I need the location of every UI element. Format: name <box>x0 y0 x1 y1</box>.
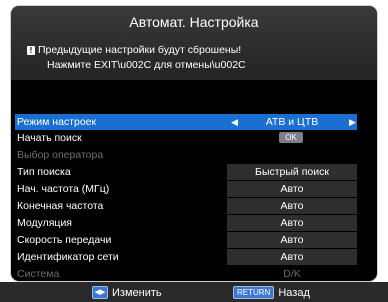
setting-row-network-id[interactable]: Идентификатор сети Авто <box>15 249 357 265</box>
setting-label-symbol-rate: Скорость передачи <box>17 234 112 246</box>
back-hint[interactable]: RETURN Назад <box>233 286 310 299</box>
return-key-badge: RETURN <box>233 286 275 299</box>
setting-label-end-freq: Конечная частота <box>17 200 104 212</box>
setting-value-mode[interactable]: АТВ и ЦТВ <box>227 114 357 130</box>
arrow-left-icon[interactable]: ◀ <box>231 114 238 130</box>
setting-row-operator: Выбор оператора <box>15 147 357 163</box>
setting-value-search-type[interactable]: Быстрый поиск <box>227 164 357 180</box>
setting-label-system: Система <box>17 268 60 280</box>
setting-value-modulation[interactable]: Авто <box>227 215 357 231</box>
change-label: Изменить <box>112 286 162 299</box>
arrow-right-icon[interactable]: ▶ <box>349 114 356 130</box>
setting-row-end-freq[interactable]: Конечная частота Авто <box>15 198 357 214</box>
setting-value-network-id[interactable]: Авто <box>227 249 357 265</box>
setting-row-symbol-rate[interactable]: Скорость передачи Авто <box>15 232 357 248</box>
navigate-arrows-icon: ◀▶ <box>92 286 108 299</box>
setting-row-start-freq[interactable]: Нач. частота (МГц) Авто <box>15 181 357 197</box>
setting-label-mode: Режим настроек <box>17 116 97 128</box>
warning-message: ! Предыдущие настройки будут сброшены! <box>27 44 241 56</box>
setting-value-system: D/K <box>283 268 301 280</box>
ok-button[interactable]: OK <box>279 132 303 143</box>
setting-label-search-type: Тип поиска <box>17 166 71 178</box>
warning-icon: ! <box>27 45 35 55</box>
setting-label-operator: Выбор оператора <box>17 149 104 161</box>
setting-label-network-id: Идентификатор сети <box>17 251 119 263</box>
setting-row-search-type[interactable]: Тип поиска Быстрый поиск <box>15 164 357 180</box>
warning-line-1: Предыдущие настройки будут сброшены! <box>38 44 242 56</box>
setting-row-mode[interactable]: Режим настроек АТВ и ЦТВ ◀ ▶ <box>15 114 357 130</box>
warning-line-2: Нажмите EXIT\u002C для отмены\u002C <box>47 59 246 71</box>
setting-label-modulation: Модуляция <box>17 217 72 229</box>
setting-value-end-freq[interactable]: Авто <box>227 198 357 214</box>
back-label: Назад <box>278 286 310 299</box>
setting-value-symbol-rate[interactable]: Авто <box>227 232 357 248</box>
setting-value-start-freq[interactable]: Авто <box>227 181 357 197</box>
setting-label-start-search: Начать поиск <box>17 132 82 144</box>
setting-label-start-freq: Нач. частота (МГц) <box>17 183 110 195</box>
setting-row-modulation[interactable]: Модуляция Авто <box>15 215 357 231</box>
setting-row-system: Система D/K <box>15 266 357 282</box>
dialog-header: Автомат. Настройка ! Предыдущие настройк… <box>11 6 377 80</box>
dialog-title: Автомат. Настройка <box>129 14 259 30</box>
change-hint[interactable]: ◀▶ Изменить <box>92 286 162 299</box>
footer-bar: ◀▶ Изменить RETURN Назад <box>0 282 388 302</box>
setting-row-start-search[interactable]: Начать поиск OK <box>15 130 357 146</box>
